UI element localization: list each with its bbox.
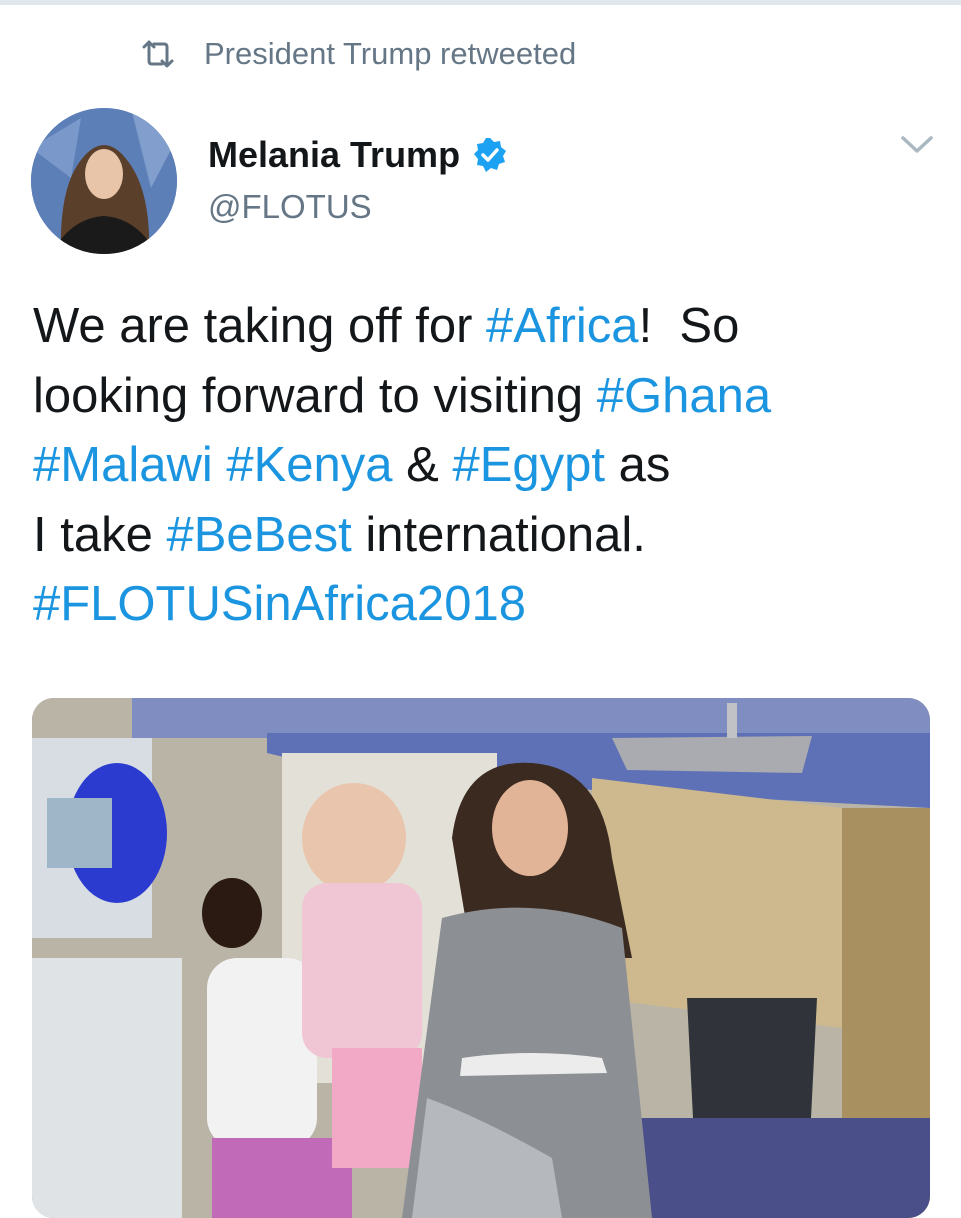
tweet-text-segment: &: [392, 438, 453, 492]
chevron-down-icon[interactable]: [900, 134, 934, 156]
hashtag-kenya[interactable]: #Kenya: [226, 438, 392, 492]
avatar-image: [31, 108, 177, 254]
hashtag-egypt[interactable]: #Egypt: [452, 438, 605, 492]
tweet-text-segment: as: [605, 438, 671, 492]
tweet-media-photo[interactable]: [32, 698, 930, 1218]
author-handle[interactable]: @FLOTUS: [208, 188, 372, 226]
retweet-icon: [142, 40, 174, 68]
retweet-label: President Trump retweeted: [204, 36, 577, 71]
author-row[interactable]: Melania Trump: [208, 134, 508, 176]
verified-badge-icon: [474, 138, 507, 172]
tweet-text: We are taking off for #Africa! So lookin…: [33, 292, 953, 640]
tweet-text-segment: ! So: [638, 299, 740, 353]
photo-scene: [32, 698, 930, 1218]
avatar[interactable]: [31, 108, 177, 254]
hashtag-ghana[interactable]: #Ghana: [597, 369, 771, 423]
hashtag-africa[interactable]: #Africa: [486, 299, 639, 353]
tweet-text-segment: looking forward to visiting: [33, 368, 597, 423]
top-divider: [0, 0, 961, 5]
retweet-context[interactable]: President Trump retweeted: [140, 34, 576, 74]
tweet-text-segment: international.: [351, 507, 646, 562]
author-name[interactable]: Melania Trump: [208, 134, 460, 176]
tweet-text-segment: [213, 438, 227, 492]
tweet-text-segment: We are taking off for: [33, 299, 487, 353]
hashtag-flotusinafrica2018[interactable]: #FLOTUSinAfrica2018: [33, 577, 526, 631]
hashtag-bebest[interactable]: #BeBest: [166, 508, 351, 562]
hashtag-malawi[interactable]: #Malawi: [33, 438, 213, 492]
tweet-text-segment: I take: [33, 507, 167, 562]
